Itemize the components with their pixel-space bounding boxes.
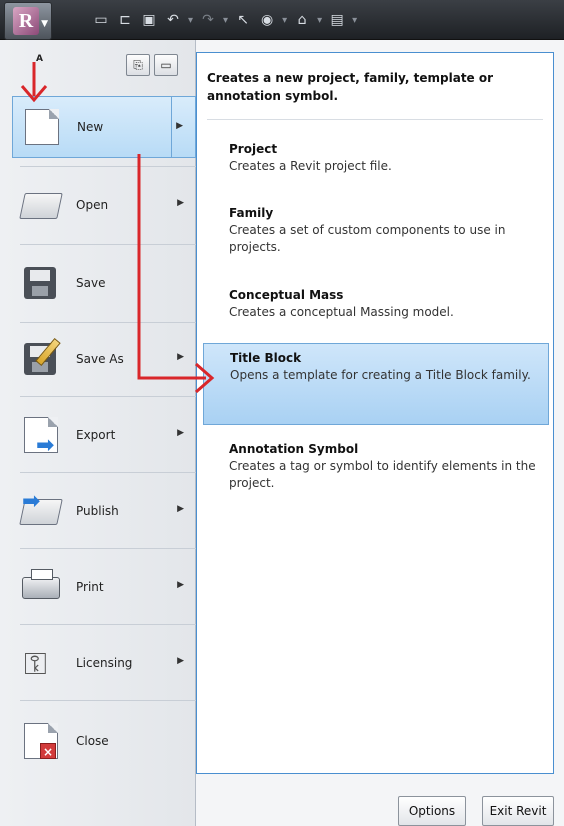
recent-open-docs-tools: ⎘ ▭ [126, 54, 178, 76]
exit-revit-button[interactable]: Exit Revit [482, 796, 554, 826]
menu-divider [20, 396, 196, 397]
submenu-item-project[interactable]: Project Creates a Revit project file. [203, 135, 549, 181]
menu-divider [20, 322, 196, 323]
submenu-item-title: Family [229, 206, 274, 220]
3d-dropdown-icon[interactable]: ▾ [317, 15, 322, 26]
submenu-item-family[interactable]: Family Creates a set of custom component… [203, 199, 549, 262]
floppy-icon [18, 261, 62, 305]
submenu-item-annotation-symbol[interactable]: Annotation Symbol Creates a tag or symbo… [203, 435, 549, 498]
menu-item-label: Save As [76, 352, 124, 366]
menu-item-export[interactable]: ➡ Export ▶ [12, 404, 196, 466]
menu-divider [20, 472, 196, 473]
measure-dropdown-icon[interactable]: ▾ [282, 15, 287, 26]
application-menu-button[interactable]: R ▼ [4, 2, 52, 40]
redo-dropdown-icon[interactable]: ▾ [223, 15, 228, 26]
submenu-item-description: Creates a Revit project file. [229, 159, 392, 173]
menu-divider [20, 548, 196, 549]
publish-icon: ➡ [18, 489, 63, 533]
app-badge-letter: A [36, 54, 43, 64]
save-as-icon [18, 337, 62, 381]
undo-dropdown-icon[interactable]: ▾ [188, 15, 193, 26]
menu-item-label: Save [76, 276, 106, 290]
revit-logo-icon: R [13, 7, 39, 35]
chevron-right-icon: ▶ [177, 428, 184, 438]
submenu-item-title: Annotation Symbol [229, 442, 359, 456]
chevron-right-icon: ▶ [176, 121, 183, 131]
menu-item-label: Licensing [76, 656, 133, 670]
menu-item-label: Export [76, 428, 116, 442]
redo-icon[interactable]: ↷ [199, 11, 217, 29]
folder-icon [18, 183, 63, 227]
printer-icon [18, 565, 62, 609]
menu-item-label: Open [76, 198, 109, 212]
chevron-right-icon: ▶ [177, 504, 184, 514]
menu-divider [20, 700, 196, 701]
menu-item-save[interactable]: Save [12, 252, 196, 314]
submenu-item-description: Creates a set of custom components to us… [229, 223, 506, 254]
menu-divider [20, 624, 196, 625]
measure-icon[interactable]: ◉ [258, 11, 276, 29]
undo-icon[interactable]: ↶ [164, 11, 182, 29]
recent-documents-button[interactable]: ⎘ [126, 54, 150, 76]
switch-windows-icon[interactable]: ▤ [328, 11, 346, 29]
submenu-item-title: Title Block [230, 351, 302, 365]
menu-item-close[interactable]: × Close [12, 710, 196, 772]
menu-item-licensing[interactable]: ⚿ Licensing ▶ [12, 632, 196, 694]
menu-item-new[interactable]: New ▶ [12, 96, 196, 158]
menu-divider [20, 166, 196, 167]
submenu-item-description: Creates a conceptual Massing model. [229, 305, 454, 319]
chevron-right-icon: ▶ [177, 352, 184, 362]
menu-divider [20, 244, 196, 245]
submenu-header-divider [207, 119, 543, 120]
chevron-right-icon: ▶ [177, 580, 184, 590]
submenu-item-title: Project [229, 142, 278, 156]
chevron-right-icon: ▶ [177, 656, 184, 666]
options-button[interactable]: Options [398, 796, 466, 826]
submenu-header: Creates a new project, family, template … [207, 71, 494, 103]
menu-item-label: New [77, 120, 104, 134]
menu-item-label: Publish [76, 504, 119, 518]
customize-icon[interactable]: ▾ [352, 15, 357, 26]
open-documents-button[interactable]: ▭ [154, 54, 178, 76]
menu-item-publish[interactable]: ➡ Publish ▶ [12, 480, 196, 542]
save-icon[interactable]: ▣ [140, 11, 158, 29]
key-icon: ⚿ [24, 647, 47, 682]
new-submenu-panel: Creates a new project, family, template … [196, 52, 554, 774]
submenu-item-title-block[interactable]: Title Block Opens a template for creatin… [203, 343, 549, 425]
open-icon[interactable]: ⊏ [116, 11, 134, 29]
submenu-item-title: Conceptual Mass [229, 288, 344, 302]
chevron-right-icon: ▶ [177, 198, 184, 208]
quick-access-toolbar: R ▼ ▭ ⊏ ▣ ↶ ▾ ↷ ▾ ↖ ◉ ▾ ⌂ ▾ ▤ ▾ [0, 0, 564, 40]
submenu-item-conceptual-mass[interactable]: Conceptual Mass Creates a conceptual Mas… [203, 281, 549, 327]
submenu-expander[interactable] [171, 97, 195, 157]
new-icon[interactable]: ▭ [92, 11, 110, 29]
menu-item-label: Print [76, 580, 104, 594]
qat-icon-row: ▭ ⊏ ▣ ↶ ▾ ↷ ▾ ↖ ◉ ▾ ⌂ ▾ ▤ ▾ [92, 10, 357, 30]
menu-item-label: Close [76, 734, 109, 748]
menu-item-save-as[interactable]: Save As ▶ [12, 328, 196, 390]
new-page-icon [19, 105, 63, 149]
menu-item-print[interactable]: Print ▶ [12, 556, 196, 618]
dropdown-arrow-icon: ▼ [41, 19, 48, 29]
submenu-item-description: Creates a tag or symbol to identify elem… [229, 459, 536, 490]
close-doc-icon: × [18, 719, 62, 763]
menu-item-open[interactable]: Open ▶ [12, 174, 196, 236]
3d-view-icon[interactable]: ⌂ [293, 11, 311, 29]
select-icon[interactable]: ↖ [234, 11, 252, 29]
submenu-item-description: Opens a template for creating a Title Bl… [230, 368, 531, 382]
export-icon: ➡ [18, 413, 62, 458]
